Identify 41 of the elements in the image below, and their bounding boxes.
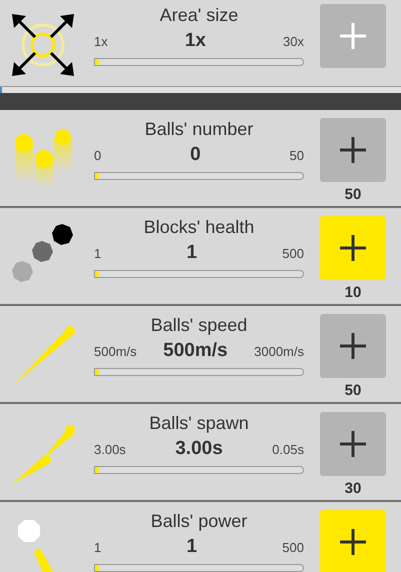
min-value: 1x [94, 34, 108, 49]
min-value: 1 [94, 540, 102, 555]
current-value: 3.00s [175, 438, 223, 460]
falling-balls-icon [13, 129, 73, 189]
upgrade-button[interactable] [320, 216, 386, 280]
upgrade-button[interactable] [320, 412, 386, 476]
upgrade-cost: 50 [344, 382, 362, 399]
upgrade-title: Balls' spawn [149, 412, 249, 434]
plus-icon [340, 529, 366, 555]
plus-icon [340, 137, 366, 163]
current-value: 1x [184, 30, 206, 52]
current-value: 500m/s [163, 340, 228, 362]
min-value: 0 [94, 148, 102, 163]
plus-icon [340, 235, 366, 261]
max-value: 0.05s [272, 442, 304, 457]
upgrade-title: Balls' number [144, 118, 254, 140]
max-value: 500 [282, 246, 304, 261]
max-value: 500 [282, 540, 304, 555]
current-value: 1 [186, 536, 198, 558]
max-value: 3000m/s [254, 344, 304, 359]
upgrade-cost: 50 [344, 186, 362, 203]
upgrade-title: Area' size [160, 4, 238, 26]
upgrade-title: Balls' speed [150, 314, 248, 336]
current-value: 1 [186, 242, 198, 264]
plus-icon [340, 431, 366, 457]
min-value: 500m/s [94, 344, 137, 359]
upgrade-button[interactable] [320, 314, 386, 378]
upgrade-cost: 30 [344, 480, 362, 497]
upgrade-button[interactable] [320, 510, 386, 572]
upgrade-button[interactable] [320, 118, 386, 182]
plus-icon [340, 333, 366, 359]
max-value: 50 [290, 148, 304, 163]
plus-icon [340, 23, 366, 49]
upgrade-title: Blocks' health [144, 216, 254, 238]
min-value: 1 [94, 246, 102, 261]
upgrade-cost: 10 [344, 284, 362, 301]
max-value: 30x [283, 34, 304, 49]
upgrade-title: Balls' power [150, 510, 248, 532]
expand-arrows-icon [10, 12, 76, 78]
current-value: 0 [190, 144, 201, 166]
min-value: 3.00s [94, 442, 126, 457]
